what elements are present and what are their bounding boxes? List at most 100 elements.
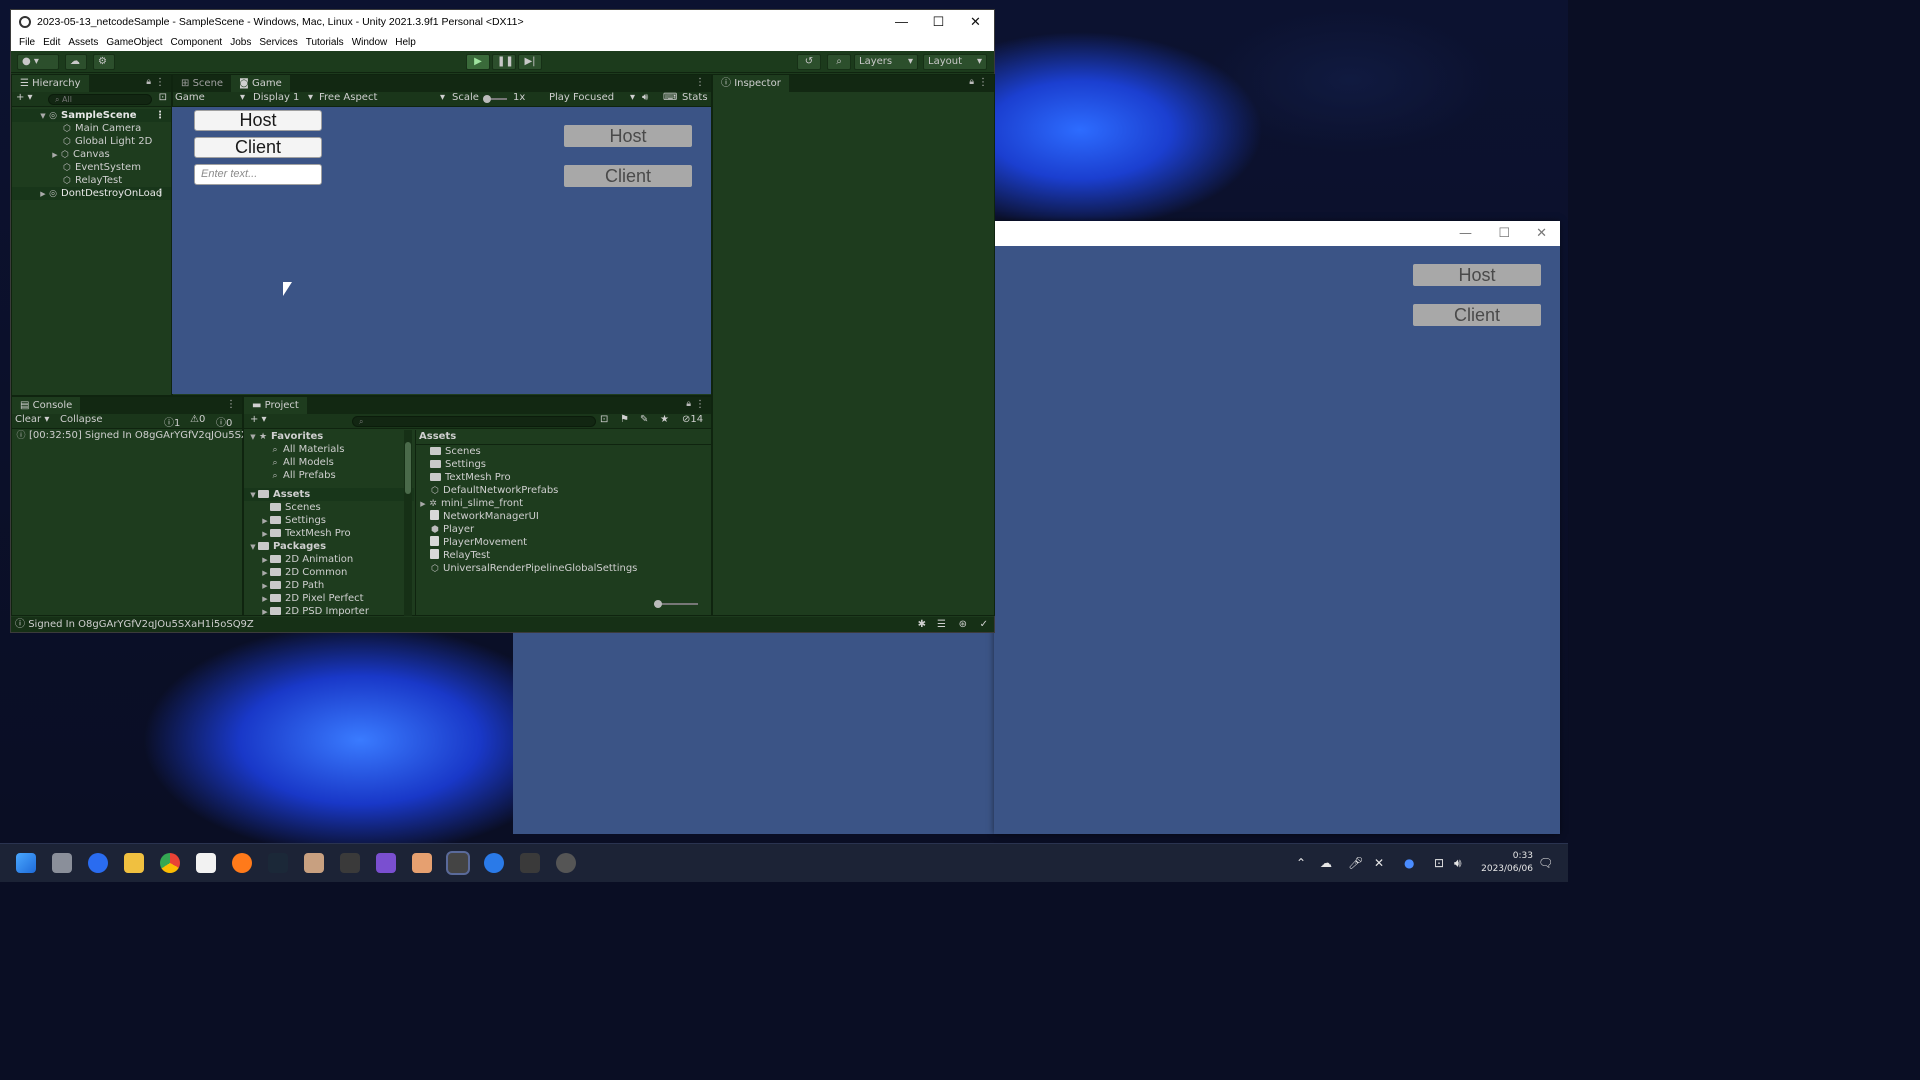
cloud-button[interactable]: ☁ — [65, 54, 87, 70]
collab-button[interactable]: ⚙ — [93, 54, 115, 70]
hierarchy-item[interactable]: ⬡ Global Light 2D — [12, 135, 171, 148]
hierarchy-item[interactable]: ▶ ⬡ Canvas — [12, 148, 171, 161]
package-row[interactable]: ▶ 2D PSD Importer — [244, 605, 414, 616]
package-row[interactable]: ▶ 2D Pixel Perfect — [244, 592, 414, 605]
tab-scene[interactable]: ⊞ Scene — [173, 75, 231, 92]
hierarchy-item[interactable]: ⬡ Main Camera — [12, 122, 171, 135]
game-app-icon[interactable] — [304, 853, 324, 873]
asset-folder-row[interactable]: ▶ Settings — [244, 514, 414, 527]
asset-item[interactable]: ⬢ Player — [416, 523, 712, 536]
stats-button[interactable]: Stats — [682, 92, 708, 103]
more-options-icon[interactable]: ⋮ — [155, 187, 165, 200]
zoom-icon[interactable] — [88, 853, 108, 873]
progress-check-icon[interactable]: ✓ — [980, 617, 988, 632]
undo-history-button[interactable]: ↺ — [797, 54, 821, 70]
scrollbar-thumb[interactable] — [405, 442, 411, 494]
maximize-button[interactable]: ☐ — [920, 10, 957, 33]
chevron-right-icon[interactable]: ▶ — [260, 606, 270, 616]
second-window-minimize-button[interactable]: — — [1459, 226, 1472, 241]
tab-hierarchy[interactable]: ☰ Hierarchy — [12, 75, 89, 92]
second-window-maximize-button[interactable]: ☐ — [1498, 226, 1510, 241]
play-button[interactable]: ▶ — [466, 54, 490, 70]
firefox-icon[interactable] — [232, 853, 252, 873]
more-options-icon[interactable]: ⋮ — [978, 77, 988, 88]
second-window-host-button[interactable]: Host — [1413, 264, 1541, 286]
notifications-icon[interactable]: 🗨︎ — [1538, 856, 1553, 870]
search-button[interactable]: ⌕ — [827, 54, 851, 70]
host-button[interactable]: Host — [194, 110, 322, 131]
network-icon[interactable]: ⊡ — [1434, 856, 1444, 870]
icon-size-slider-handle[interactable] — [654, 600, 662, 608]
asset-item[interactable]: PlayerMovement — [416, 536, 712, 549]
asset-folder-row[interactable]: Scenes — [244, 501, 414, 514]
tab-project[interactable]: ▬ Project — [244, 397, 307, 414]
error-count-toggle[interactable]: ⓘ0 — [216, 414, 232, 429]
assets-root-row[interactable]: ▼ Assets — [244, 488, 414, 501]
auto-generate-lighting-icon[interactable]: ⊛ — [959, 617, 967, 632]
notification-app-icon[interactable] — [556, 853, 576, 873]
network-host-button[interactable]: Host — [564, 125, 692, 147]
search-by-label-icon[interactable]: ⚑ — [620, 414, 629, 425]
file-explorer-icon[interactable] — [124, 853, 144, 873]
chevron-right-icon[interactable]: ▶ — [38, 188, 48, 201]
asset-folder-row[interactable]: ▶ TextMesh Pro — [244, 527, 414, 540]
unity-hub-icon[interactable] — [340, 853, 360, 873]
client-button[interactable]: Client — [194, 137, 322, 158]
warning-count-toggle[interactable]: ⚠0 — [190, 414, 205, 425]
search-by-type-icon[interactable]: ⊡ — [600, 414, 608, 425]
hierarchy-scene-row[interactable]: ▼ ◎ SampleScene ⋮ — [12, 109, 171, 122]
favorite-item[interactable]: ⌕ All Materials — [244, 443, 414, 456]
scale-slider-handle[interactable] — [483, 95, 491, 103]
menu-tutorials[interactable]: Tutorials — [302, 37, 348, 48]
menu-help[interactable]: Help — [391, 37, 420, 48]
hierarchy-search-input[interactable]: ⌕ All — [48, 94, 152, 105]
menu-file[interactable]: File — [15, 37, 39, 48]
system-clock[interactable]: 0:33 2023/06/06 — [1481, 850, 1533, 876]
package-row[interactable]: ▶ 2D Path — [244, 579, 414, 592]
scale-slider[interactable] — [483, 95, 507, 103]
more-options-icon[interactable]: ⋮ — [695, 77, 705, 88]
lock-icon[interactable]: 🔒︎ — [146, 77, 151, 87]
asset-item[interactable]: Settings — [416, 458, 712, 471]
chevron-up-icon[interactable]: ⌃ — [1296, 856, 1306, 870]
close-button[interactable]: ✕ — [957, 10, 994, 33]
asset-item[interactable]: ▶ ✲ mini_slime_front — [416, 497, 712, 510]
onedrive-icon[interactable]: ☁ — [1320, 856, 1332, 870]
tiktok-icon[interactable] — [196, 853, 216, 873]
tab-game[interactable]: ◙ Game — [231, 75, 290, 92]
pause-button[interactable]: ❚❚ — [492, 54, 516, 70]
play-mode-dropdown[interactable]: Play Focused ▾ — [549, 92, 635, 103]
task-view-icon[interactable] — [52, 853, 72, 873]
icon-size-slider[interactable] — [654, 600, 698, 608]
asset-item[interactable]: ⬡ UniversalRenderPipelineGlobalSettings — [416, 562, 712, 575]
menu-edit[interactable]: Edit — [39, 37, 64, 48]
folder-tree-scrollbar[interactable] — [404, 430, 412, 616]
second-window-client-button[interactable]: Client — [1413, 304, 1541, 326]
console-log-entry[interactable]: ⓘ[00:32:50] Signed In O8gGArYGfV2qJOu5SX… — [12, 429, 244, 442]
package-row[interactable]: ▶ 2D Animation — [244, 553, 414, 566]
hierarchy-item[interactable]: ⬡ EventSystem — [12, 161, 171, 174]
display-dropdown[interactable]: Display 1 ▾ — [253, 92, 313, 103]
menu-gameobject[interactable]: GameObject — [102, 37, 166, 48]
unity-titlebar[interactable]: 2023-05-13_netcodeSample - SampleScene -… — [11, 10, 994, 33]
unity-editor-icon[interactable] — [448, 853, 468, 873]
more-options-icon[interactable]: ⋮ — [155, 109, 165, 122]
clear-button[interactable]: Clear ▾ — [15, 414, 49, 425]
favorite-item[interactable]: ⌕ All Models — [244, 456, 414, 469]
step-button[interactable]: ▶| — [518, 54, 542, 70]
menu-jobs[interactable]: Jobs — [226, 37, 255, 48]
more-options-icon[interactable]: ⋮ — [155, 77, 165, 88]
join-code-input[interactable]: Enter text... — [194, 164, 322, 185]
steam-icon[interactable] — [268, 853, 288, 873]
asset-item[interactable]: RelayTest — [416, 549, 712, 562]
account-dropdown[interactable]: ● ▾ — [17, 54, 59, 70]
layers-dropdown[interactable]: Layers ▾ — [854, 54, 918, 70]
more-options-icon[interactable]: ⋮ — [226, 399, 236, 410]
add-object-button[interactable]: + ▾ — [16, 92, 33, 103]
hidden-packages-toggle[interactable]: ⊘14 — [682, 414, 703, 425]
game-mode-dropdown[interactable]: Game ▾ — [175, 92, 245, 103]
minimize-button[interactable]: — — [883, 10, 920, 33]
game-viewport[interactable]: Host Client Enter text... Host Client — [172, 107, 711, 394]
collapse-button[interactable]: Collapse — [60, 414, 103, 425]
favorite-icon[interactable]: ★ — [660, 414, 669, 425]
